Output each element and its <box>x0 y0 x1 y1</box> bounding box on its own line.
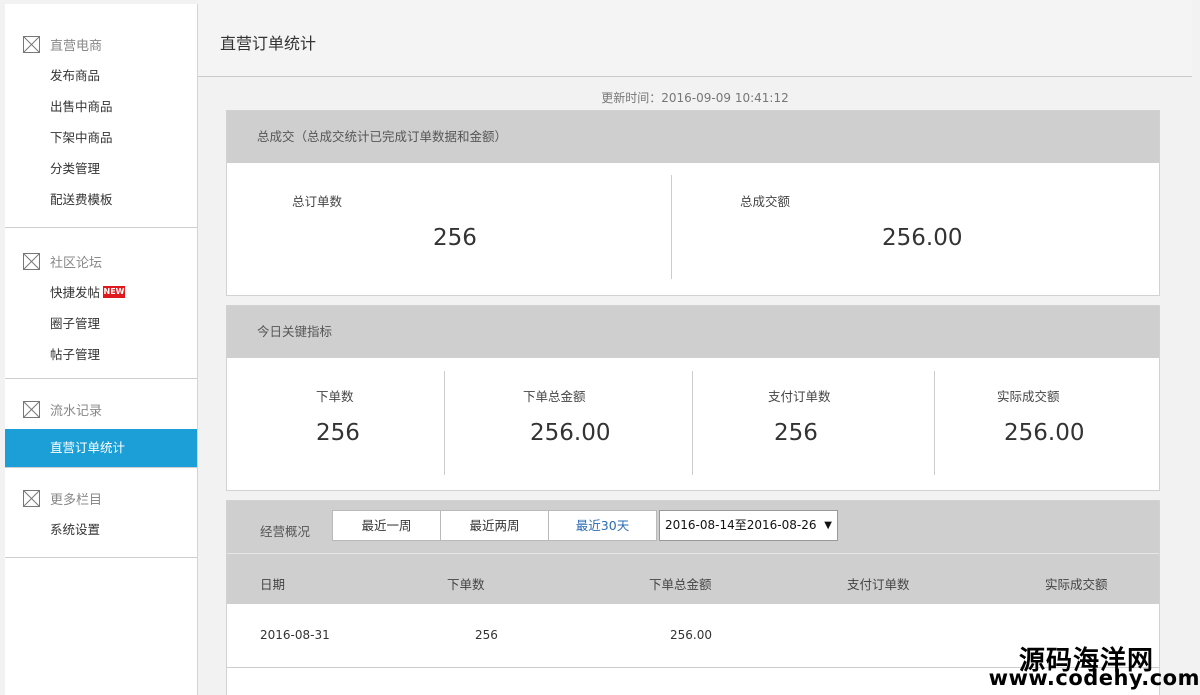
stat-today-actual-amount: 实际成交额 256.00 <box>926 358 1159 491</box>
sidebar-item-goods-off-shelf[interactable]: 下架中商品 <box>5 122 197 153</box>
sidebar-item-system-settings[interactable]: 系统设置 <box>5 514 197 545</box>
table-header: 日期 下单数 下单总金额 支付订单数 实际成交额 <box>227 553 1159 604</box>
sidebar-item-shipping-template[interactable]: 配送费模板 <box>5 184 197 215</box>
nav-group-title: 社区论坛 <box>50 255 103 271</box>
stat-value: 256.00 <box>530 420 611 446</box>
sidebar: 直营电商 发布商品 出售中商品 下架中商品 分类管理 配送费模板 社区论坛 快捷… <box>5 4 198 695</box>
divider <box>444 371 445 475</box>
cell-order-amount: 256.00 <box>670 628 712 642</box>
overview-title: 经营概况 <box>260 524 311 539</box>
sidebar-item-label: 快捷发帖 <box>50 285 101 300</box>
range-last-week-button[interactable]: 最近一周 <box>332 510 441 541</box>
nav-group-forum: 社区论坛 快捷发帖 NEW 圈子管理 帖子管理 <box>5 228 197 379</box>
nav-group-ecommerce: 直营电商 发布商品 出售中商品 下架中商品 分类管理 配送费模板 <box>5 4 197 228</box>
date-range-value: 2016-08-14至2016-08-26 <box>665 518 817 532</box>
total-panel: 总成交（总成交统计已完成订单数据和金额） 总订单数 256 总成交额 256.0… <box>226 110 1160 296</box>
stat-total-orders: 总订单数 256 <box>227 163 693 296</box>
stat-today-paid-orders: 支付订单数 256 <box>693 358 926 491</box>
overview-header: 经营概况 最近一周 最近两周 最近30天 2016-08-14至2016-08-… <box>227 501 1159 553</box>
today-panel-header: 今日关键指标 <box>227 306 1159 358</box>
date-range-select[interactable]: 2016-08-14至2016-08-26 ▼ <box>659 510 838 541</box>
sidebar-item-category[interactable]: 分类管理 <box>5 153 197 184</box>
range-buttons: 最近一周 最近两周 最近30天 <box>332 510 657 541</box>
nav-group-more: 更多栏目 系统设置 <box>5 468 197 558</box>
placeholder-icon <box>23 489 40 507</box>
cell-orders: 256 <box>475 628 498 642</box>
placeholder-icon <box>23 400 40 418</box>
stat-label: 支付订单数 <box>768 389 831 404</box>
total-stats: 总订单数 256 总成交额 256.00 <box>227 163 1159 296</box>
stat-label: 下单数 <box>316 389 354 404</box>
stat-value: 256.00 <box>882 225 963 251</box>
divider <box>934 371 935 475</box>
sidebar-item-post-manage[interactable]: 帖子管理 <box>5 339 197 370</box>
range-last-two-weeks-button[interactable]: 最近两周 <box>440 510 549 541</box>
stat-value: 256 <box>316 420 360 446</box>
nav-group-head-forum[interactable]: 社区论坛 <box>5 245 197 277</box>
stat-label: 总成交额 <box>740 194 791 209</box>
chevron-down-icon: ▼ <box>824 520 832 531</box>
stat-today-order-amount: 下单总金额 256.00 <box>460 358 693 491</box>
nav-group-head-ecommerce[interactable]: 直营电商 <box>5 28 197 60</box>
nav-group-title: 流水记录 <box>50 403 103 419</box>
stat-label: 实际成交额 <box>997 389 1060 404</box>
page-title: 直营订单统计 <box>198 0 1192 77</box>
sidebar-item-order-stats[interactable]: 直营订单统计 <box>5 429 197 467</box>
today-stats: 下单数 256 下单总金额 256.00 支付订单数 256 实际成交额 256… <box>227 358 1159 491</box>
nav-group-head-more[interactable]: 更多栏目 <box>5 482 197 514</box>
stat-label: 下单总金额 <box>523 389 586 404</box>
placeholder-icon <box>23 252 40 270</box>
sidebar-item-circle-manage[interactable]: 圈子管理 <box>5 308 197 339</box>
watermark-url: www.codehy.com <box>988 666 1200 690</box>
stat-value: 256 <box>774 420 818 446</box>
new-badge: NEW <box>103 286 126 298</box>
divider <box>692 371 693 475</box>
range-last-30-days-button[interactable]: 最近30天 <box>548 510 657 541</box>
nav-group-title: 直营电商 <box>50 38 103 54</box>
placeholder-icon <box>23 35 40 53</box>
nav-group-records: 流水记录 直营订单统计 <box>5 379 197 468</box>
nav-group-title: 更多栏目 <box>50 492 103 508</box>
sidebar-item-goods-on-sale[interactable]: 出售中商品 <box>5 91 197 122</box>
nav-group-head-records[interactable]: 流水记录 <box>5 393 197 425</box>
sidebar-item-quick-post[interactable]: 快捷发帖 NEW <box>5 277 197 308</box>
main-content: 直营订单统计 更新时间：2016-09-09 10:41:12 总成交（总成交统… <box>198 0 1192 695</box>
cell-date: 2016-08-31 <box>260 628 330 642</box>
sidebar-item-publish-goods[interactable]: 发布商品 <box>5 60 197 91</box>
stat-label: 总订单数 <box>292 194 343 209</box>
stat-today-orders: 下单数 256 <box>227 358 460 491</box>
today-panel: 今日关键指标 下单数 256 下单总金额 256.00 支付订单数 256 实际… <box>226 305 1160 491</box>
stat-total-amount: 总成交额 256.00 <box>693 163 1159 296</box>
stat-value: 256 <box>433 225 477 251</box>
divider <box>671 175 672 279</box>
stat-value: 256.00 <box>1004 420 1085 446</box>
total-panel-header: 总成交（总成交统计已完成订单数据和金额） <box>227 111 1159 163</box>
update-time: 更新时间：2016-09-09 10:41:12 <box>601 91 789 105</box>
